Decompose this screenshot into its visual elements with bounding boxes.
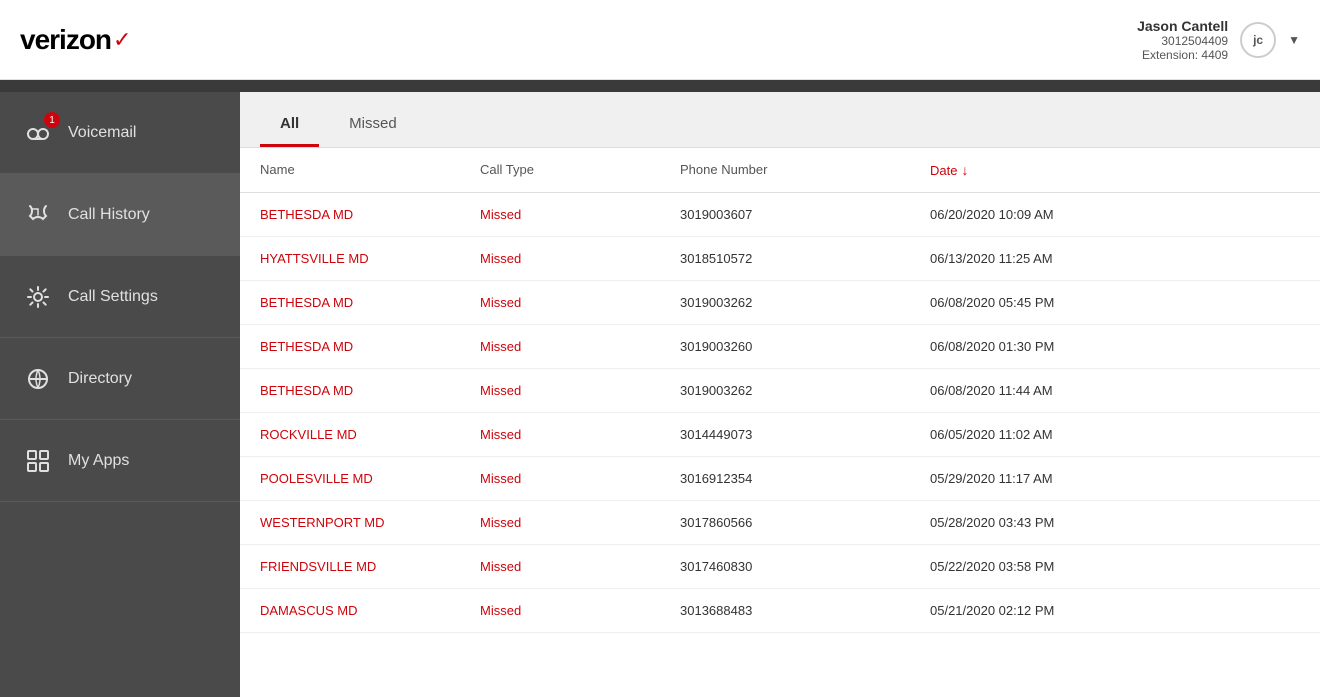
cell-name[interactable]: DAMASCUS MD [260,603,480,618]
column-header-phone: Phone Number [680,162,930,178]
table-header: Name Call Type Phone Number Date ↓ [240,148,1320,193]
sidebar-item-voicemail[interactable]: Voicemail 1 [0,92,240,174]
sidebar: Voicemail 1 Call History Call Settings [0,92,240,697]
tab-missed[interactable]: Missed [329,115,417,147]
cell-name[interactable]: BETHESDA MD [260,339,480,354]
cell-name[interactable]: POOLESVILLE MD [260,471,480,486]
sort-arrow-icon: ↓ [961,162,968,178]
table-row: BETHESDA MD Missed 3019003262 06/08/2020… [240,369,1320,413]
sidebar-item-call-history[interactable]: Call History [0,174,240,256]
cell-name[interactable]: BETHESDA MD [260,295,480,310]
table-row: BETHESDA MD Missed 3019003262 06/08/2020… [240,281,1320,325]
user-details: Jason Cantell 3012504409 Extension: 4409 [1137,18,1228,62]
logo: verizon ✓ [20,24,131,56]
cell-name[interactable]: BETHESDA MD [260,207,480,222]
cell-call-type: Missed [480,339,680,354]
cell-call-type: Missed [480,383,680,398]
sidebar-item-call-settings[interactable]: Call Settings [0,256,240,338]
table-row: BETHESDA MD Missed 3019003260 06/08/2020… [240,325,1320,369]
call-history-icon [24,201,52,229]
cell-date: 06/05/2020 11:02 AM [930,427,1300,442]
cell-phone: 3017860566 [680,515,930,530]
sidebar-item-directory[interactable]: Directory [0,338,240,420]
sidebar-label-my-apps: My Apps [68,452,129,470]
header: verizon ✓ Jason Cantell 3012504409 Exten… [0,0,1320,80]
cell-date: 06/08/2020 01:30 PM [930,339,1300,354]
sidebar-label-directory: Directory [68,370,132,388]
call-history-table: Name Call Type Phone Number Date ↓ BETHE… [240,148,1320,697]
sidebar-label-call-settings: Call Settings [68,288,158,306]
logo-checkmark: ✓ [113,27,131,53]
table-row: BETHESDA MD Missed 3019003607 06/20/2020… [240,193,1320,237]
call-settings-icon [24,283,52,311]
cell-phone: 3014449073 [680,427,930,442]
table-row: HYATTSVILLE MD Missed 3018510572 06/13/2… [240,237,1320,281]
cell-phone: 3019003607 [680,207,930,222]
cell-date: 06/13/2020 11:25 AM [930,251,1300,266]
cell-phone: 3019003260 [680,339,930,354]
table-row: ROCKVILLE MD Missed 3014449073 06/05/202… [240,413,1320,457]
cell-call-type: Missed [480,207,680,222]
cell-phone: 3013688483 [680,603,930,618]
logo-wordmark: verizon [20,24,111,56]
tabs-container: All Missed [240,92,1320,148]
table-row: FRIENDSVILLE MD Missed 3017460830 05/22/… [240,545,1320,589]
user-info: Jason Cantell 3012504409 Extension: 4409… [1137,18,1300,62]
voicemail-badge: 1 [44,112,60,128]
cell-phone: 3019003262 [680,383,930,398]
user-phone: 3012504409 [1137,34,1228,48]
cell-call-type: Missed [480,251,680,266]
cell-call-type: Missed [480,427,680,442]
layout: Voicemail 1 Call History Call Settings [0,92,1320,697]
sidebar-item-my-apps[interactable]: My Apps [0,420,240,502]
cell-date: 05/22/2020 03:58 PM [930,559,1300,574]
cell-date: 06/08/2020 11:44 AM [930,383,1300,398]
cell-call-type: Missed [480,471,680,486]
cell-call-type: Missed [480,603,680,618]
column-header-name: Name [260,162,480,178]
cell-date: 06/08/2020 05:45 PM [930,295,1300,310]
cell-name[interactable]: HYATTSVILLE MD [260,251,480,266]
cell-date: 05/29/2020 11:17 AM [930,471,1300,486]
user-extension: Extension: 4409 [1137,48,1228,62]
cell-name[interactable]: WESTERNPORT MD [260,515,480,530]
user-name: Jason Cantell [1137,18,1228,34]
top-bar [0,80,1320,92]
cell-name[interactable]: FRIENDSVILLE MD [260,559,480,574]
table-row: WESTERNPORT MD Missed 3017860566 05/28/2… [240,501,1320,545]
table-rows: BETHESDA MD Missed 3019003607 06/20/2020… [240,193,1320,633]
cell-call-type: Missed [480,559,680,574]
cell-date: 06/20/2020 10:09 AM [930,207,1300,222]
cell-phone: 3019003262 [680,295,930,310]
user-dropdown-arrow[interactable]: ▼ [1288,33,1300,47]
cell-phone: 3016912354 [680,471,930,486]
cell-phone: 3018510572 [680,251,930,266]
table-row: POOLESVILLE MD Missed 3016912354 05/29/2… [240,457,1320,501]
table-row: DAMASCUS MD Missed 3013688483 05/21/2020… [240,589,1320,633]
directory-icon [24,365,52,393]
avatar[interactable]: jc [1240,22,1276,58]
sidebar-label-voicemail: Voicemail [68,124,136,142]
cell-date: 05/21/2020 02:12 PM [930,603,1300,618]
cell-name[interactable]: BETHESDA MD [260,383,480,398]
cell-phone: 3017460830 [680,559,930,574]
cell-name[interactable]: ROCKVILLE MD [260,427,480,442]
column-header-date[interactable]: Date ↓ [930,162,1300,178]
tab-all[interactable]: All [260,115,319,147]
column-header-call-type: Call Type [480,162,680,178]
main-content: All Missed Name Call Type Phone Number D… [240,92,1320,697]
cell-call-type: Missed [480,515,680,530]
sidebar-label-call-history: Call History [68,206,150,224]
cell-date: 05/28/2020 03:43 PM [930,515,1300,530]
my-apps-icon [24,447,52,475]
cell-call-type: Missed [480,295,680,310]
